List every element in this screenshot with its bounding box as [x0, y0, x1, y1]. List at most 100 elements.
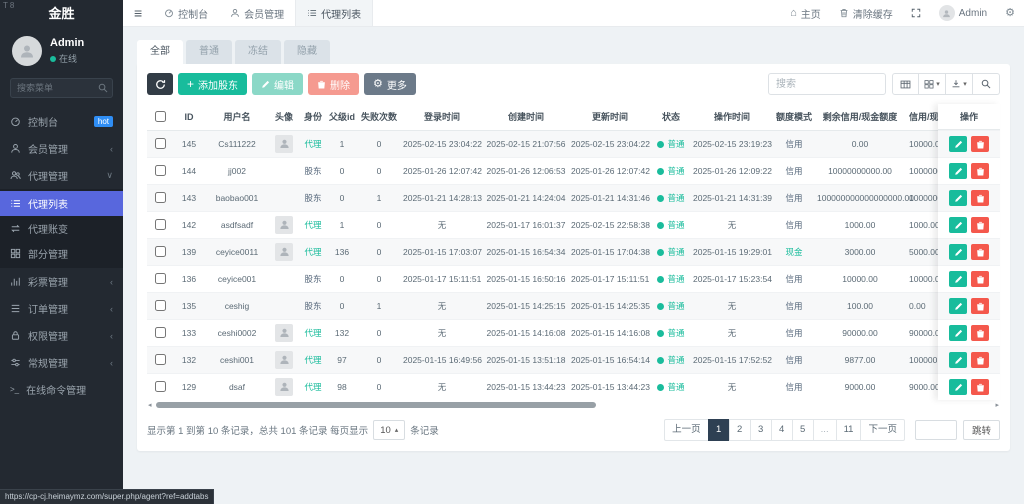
row-delete-button[interactable]: [971, 136, 989, 152]
row-checkbox[interactable]: [155, 219, 166, 230]
cell-login-time: 无: [401, 373, 483, 400]
more-button[interactable]: ⚙更多: [364, 73, 416, 95]
delete-button[interactable]: 删除: [308, 73, 359, 95]
row-edit-button[interactable]: [949, 352, 967, 368]
sidebar-item-general[interactable]: 常规管理 ‹: [0, 349, 123, 376]
tab-dashboard[interactable]: 控制台: [153, 0, 219, 26]
search-button[interactable]: [973, 73, 1000, 95]
refresh-button[interactable]: [147, 73, 173, 95]
home-link[interactable]: ⌂ 主页: [781, 0, 830, 27]
admin-menu[interactable]: Admin: [930, 0, 996, 27]
toggle-view-button[interactable]: [892, 73, 919, 95]
row-delete-button[interactable]: [971, 379, 989, 395]
row-edit-button[interactable]: [949, 244, 967, 260]
sidebar-item-agents[interactable]: 代理管理 ∨: [0, 162, 123, 189]
chart-icon: [10, 276, 21, 287]
scroll-right-arrow-icon[interactable]: ▸: [994, 402, 1000, 409]
row-checkbox[interactable]: [155, 138, 166, 149]
page-size-select[interactable]: 10▴: [373, 420, 405, 440]
sidebar-search: [10, 78, 113, 98]
cell-op-time: 2025-02-15 23:19:23: [691, 130, 773, 157]
row-delete-button[interactable]: [971, 190, 989, 206]
sidebar-item-lottery[interactable]: 彩票管理 ‹: [0, 268, 123, 295]
page-button-3[interactable]: 3: [750, 419, 772, 441]
row-checkbox[interactable]: [155, 273, 166, 284]
row-checkbox[interactable]: [155, 300, 166, 311]
home-icon: ⌂: [790, 8, 797, 19]
cell-parent-id: 0: [327, 157, 357, 184]
cell-login-time: 2025-01-17 15:11:51: [401, 265, 483, 292]
sidebar-item-members[interactable]: 会员管理 ‹: [0, 135, 123, 162]
row-delete-button[interactable]: [971, 217, 989, 233]
add-shareholder-button[interactable]: +添加股东: [178, 73, 247, 95]
sidebar-item-orders[interactable]: 订单管理 ‹: [0, 295, 123, 322]
page-button-4[interactable]: 4: [771, 419, 793, 441]
sidebar-item-dashboard[interactable]: 控制台 hot: [0, 108, 123, 135]
row-checkbox[interactable]: [155, 381, 166, 392]
row-edit-button[interactable]: [949, 271, 967, 287]
hamburger-icon[interactable]: ≡: [123, 5, 153, 21]
chevron-left-icon: ‹: [110, 277, 113, 287]
columns-button[interactable]: ▾: [919, 73, 946, 95]
pencil-icon: [954, 302, 963, 311]
jump-page-input[interactable]: [915, 420, 957, 440]
cell-role: 代理: [299, 130, 327, 157]
row-delete-button[interactable]: [971, 244, 989, 260]
edit-button[interactable]: 编辑: [252, 73, 303, 95]
prev-page-button[interactable]: 上一页: [664, 419, 709, 441]
row-edit-button[interactable]: [949, 298, 967, 314]
page-button-2[interactable]: 2: [729, 419, 751, 441]
settings-button[interactable]: ⚙: [996, 0, 1024, 27]
row-edit-button[interactable]: [949, 217, 967, 233]
tab-agent-list[interactable]: 代理列表: [295, 0, 373, 26]
row-edit-button[interactable]: [949, 163, 967, 179]
lock-icon: [10, 330, 21, 341]
page-button-5[interactable]: 5: [792, 419, 814, 441]
scroll-left-arrow-icon[interactable]: ◂: [147, 402, 153, 409]
main-area: ≡ 控制台 会员管理 代理列表 ⌂ 主页 清除缓存: [123, 0, 1024, 504]
row-delete-button[interactable]: [971, 298, 989, 314]
filter-tab-hidden[interactable]: 隐藏: [284, 40, 330, 64]
row-checkbox[interactable]: [155, 327, 166, 338]
sidebar-item-agent-list[interactable]: 代理列表: [0, 191, 123, 216]
row-checkbox[interactable]: [155, 246, 166, 257]
next-page-button[interactable]: 下一页: [860, 419, 905, 441]
horizontal-scrollbar[interactable]: ◂ ▸: [147, 401, 1000, 410]
filter-tab-frozen[interactable]: 冻结: [235, 40, 281, 64]
search-icon: [98, 83, 108, 93]
row-edit-button[interactable]: [949, 136, 967, 152]
trash-icon: [976, 329, 985, 338]
sidebar-item-online-cmd[interactable]: >_ 在线命令管理: [0, 376, 123, 403]
row-edit-button[interactable]: [949, 325, 967, 341]
row-checkbox[interactable]: [155, 165, 166, 176]
scrollbar-thumb[interactable]: [156, 402, 596, 408]
user-icon: [230, 8, 240, 18]
sidebar-item-share-mgmt[interactable]: 部分管理: [0, 241, 123, 266]
fullscreen-button[interactable]: [902, 0, 930, 27]
page-button-1[interactable]: 1: [708, 419, 730, 441]
row-edit-button[interactable]: [949, 190, 967, 206]
table-wrap: ID 用户名 头像 身份 父级id 失败次数 登录时间 创建时间 更新时间: [147, 104, 1000, 410]
clear-cache-link[interactable]: 清除缓存: [830, 0, 902, 27]
sidebar-item-agent-ledger[interactable]: 代理账变: [0, 216, 123, 241]
table-search-input[interactable]: [768, 73, 886, 95]
export-button[interactable]: ▾: [946, 73, 973, 95]
filter-tab-normal[interactable]: 普通: [186, 40, 232, 64]
row-delete-button[interactable]: [971, 163, 989, 179]
page-button-11[interactable]: 11: [836, 419, 862, 441]
row-delete-button[interactable]: [971, 352, 989, 368]
select-all-checkbox[interactable]: [155, 111, 166, 122]
row-checkbox[interactable]: [155, 192, 166, 203]
table-row: 129 dsaf 代理 98 0 无 2025-01-15 13:44:23 2…: [147, 373, 1000, 400]
user-avatar: [12, 36, 42, 66]
row-delete-button[interactable]: [971, 325, 989, 341]
filter-tab-all[interactable]: 全部: [137, 40, 183, 64]
row-actions: [938, 184, 1000, 211]
cell-id: 143: [173, 184, 205, 211]
jump-button[interactable]: 跳转: [963, 420, 1000, 440]
row-edit-button[interactable]: [949, 379, 967, 395]
sidebar-item-permissions[interactable]: 权限管理 ‹: [0, 322, 123, 349]
tab-members[interactable]: 会员管理: [219, 0, 295, 26]
row-checkbox[interactable]: [155, 354, 166, 365]
row-delete-button[interactable]: [971, 271, 989, 287]
